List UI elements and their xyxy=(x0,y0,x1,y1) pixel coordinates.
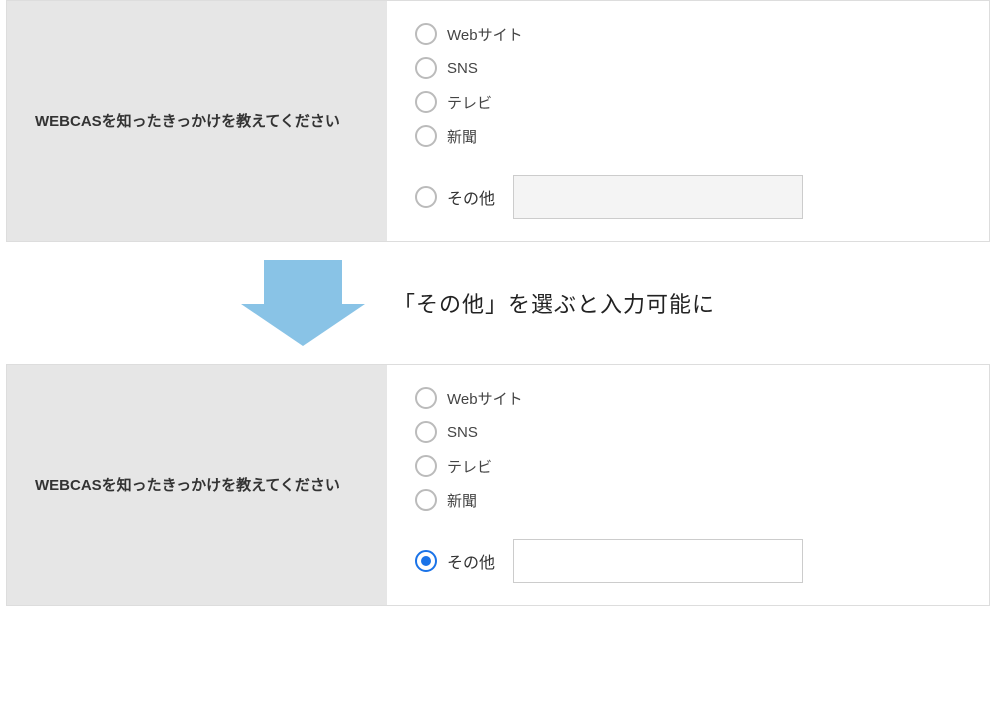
radio-icon[interactable] xyxy=(415,57,437,79)
question-label-cell: WEBCASを知ったきっかけを教えてください xyxy=(7,1,387,241)
radio-label: その他 xyxy=(447,185,495,209)
arrow-caption: 「その他」を選ぶと入力可能に xyxy=(393,287,715,319)
radio-option-sns[interactable]: SNS xyxy=(415,421,969,443)
radio-option-other[interactable]: その他 xyxy=(415,175,969,219)
radio-option-sns[interactable]: SNS xyxy=(415,57,969,79)
arrow-section: 「その他」を選ぶと入力可能に xyxy=(0,260,1006,346)
question-label: WEBCASを知ったきっかけを教えてください xyxy=(35,108,340,135)
radio-option-tv[interactable]: テレビ xyxy=(415,91,969,113)
radio-icon-selected[interactable] xyxy=(415,550,437,572)
radio-option-website[interactable]: Webサイト xyxy=(415,23,969,45)
radio-label: Webサイト xyxy=(447,388,523,409)
radio-icon[interactable] xyxy=(415,91,437,113)
question-label-cell: WEBCASを知ったきっかけを教えてください xyxy=(7,365,387,605)
other-text-input-disabled xyxy=(513,175,803,219)
radio-label: 新聞 xyxy=(447,490,477,511)
radio-option-tv[interactable]: テレビ xyxy=(415,455,969,477)
radio-icon[interactable] xyxy=(415,421,437,443)
radio-label: その他 xyxy=(447,549,495,573)
radio-label: SNS xyxy=(447,60,478,77)
radio-icon[interactable] xyxy=(415,125,437,147)
form-block-before: WEBCASを知ったきっかけを教えてください Webサイト SNS テレビ 新聞… xyxy=(6,0,990,242)
radio-label: 新聞 xyxy=(447,126,477,147)
options-cell: Webサイト SNS テレビ 新聞 その他 xyxy=(387,365,989,605)
radio-icon[interactable] xyxy=(415,387,437,409)
radio-option-website[interactable]: Webサイト xyxy=(415,387,969,409)
radio-icon[interactable] xyxy=(415,186,437,208)
radio-dot-icon xyxy=(421,556,431,566)
form-block-after: WEBCASを知ったきっかけを教えてください Webサイト SNS テレビ 新聞… xyxy=(6,364,990,606)
options-cell: Webサイト SNS テレビ 新聞 その他 xyxy=(387,1,989,241)
radio-icon[interactable] xyxy=(415,23,437,45)
radio-label: テレビ xyxy=(447,456,492,477)
radio-option-newspaper[interactable]: 新聞 xyxy=(415,489,969,511)
radio-option-other-selected[interactable]: その他 xyxy=(415,539,969,583)
radio-icon[interactable] xyxy=(415,489,437,511)
arrow-down-icon xyxy=(241,260,365,346)
radio-label: テレビ xyxy=(447,92,492,113)
radio-icon[interactable] xyxy=(415,455,437,477)
radio-option-newspaper[interactable]: 新聞 xyxy=(415,125,969,147)
question-label: WEBCASを知ったきっかけを教えてください xyxy=(35,472,340,499)
other-text-input[interactable] xyxy=(513,539,803,583)
radio-label: Webサイト xyxy=(447,24,523,45)
radio-label: SNS xyxy=(447,424,478,441)
